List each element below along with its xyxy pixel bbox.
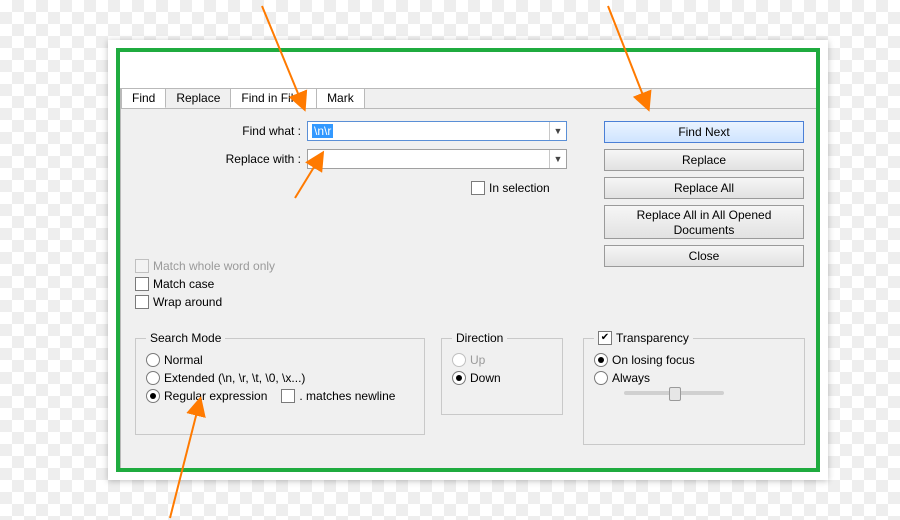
wrap-around-checkbox[interactable]: Wrap around: [135, 295, 275, 309]
search-mode-regex-radio[interactable]: Regular expression: [146, 389, 267, 403]
transparency-slider[interactable]: [624, 391, 724, 395]
in-selection-checkbox[interactable]: In selection: [471, 181, 550, 195]
match-case-checkbox[interactable]: Match case: [135, 277, 275, 291]
close-button[interactable]: Close: [604, 245, 804, 267]
direction-legend: Direction: [452, 331, 507, 345]
transparency-group: ✔Transparency On losing focus Always: [583, 331, 805, 445]
match-whole-word-checkbox: Match whole word only: [135, 259, 275, 273]
wrap-around-label: Wrap around: [153, 295, 222, 309]
replace-all-open-button[interactable]: Replace All in All Opened Documents: [604, 205, 804, 239]
replace-all-button[interactable]: Replace All: [604, 177, 804, 199]
replace-with-input[interactable]: ▼: [307, 149, 567, 169]
matches-newline-checkbox[interactable]: . matches newline: [281, 389, 395, 403]
transparency-losing-focus-radio[interactable]: On losing focus: [594, 353, 794, 367]
tab-replace[interactable]: Replace: [165, 88, 231, 108]
direction-down-radio[interactable]: Down: [452, 371, 552, 385]
search-mode-legend: Search Mode: [146, 331, 225, 345]
tab-find-in-files[interactable]: Find in Files: [230, 88, 317, 108]
search-mode-group: Search Mode Normal Extended (\n, \r, \t,…: [135, 331, 425, 435]
transparency-checkbox[interactable]: ✔Transparency: [598, 331, 689, 345]
match-whole-word-label: Match whole word only: [153, 259, 275, 273]
transparency-legend: ✔Transparency: [594, 331, 693, 345]
replace-with-label: Replace with :: [121, 152, 307, 166]
green-frame: Find Replace Find in Files Mark Find Nex…: [116, 48, 820, 472]
find-what-label: Find what :: [121, 124, 307, 138]
chevron-down-icon[interactable]: ▼: [549, 150, 566, 168]
chevron-down-icon[interactable]: ▼: [549, 122, 566, 140]
search-mode-normal-radio[interactable]: Normal: [146, 353, 414, 367]
direction-up-radio: Up: [452, 353, 552, 367]
find-what-input[interactable]: \n\r ▼: [307, 121, 567, 141]
direction-group: Direction Up Down: [441, 331, 563, 415]
replace-dialog: Find Replace Find in Files Mark Find Nex…: [120, 88, 816, 468]
demo-card: Find Replace Find in Files Mark Find Nex…: [108, 40, 828, 480]
tab-strip: Find Replace Find in Files Mark: [121, 88, 816, 108]
tab-find[interactable]: Find: [121, 88, 166, 108]
transparency-always-radio[interactable]: Always: [594, 371, 794, 385]
in-selection-label: In selection: [489, 181, 550, 195]
search-mode-extended-radio[interactable]: Extended (\n, \r, \t, \0, \x...): [146, 371, 414, 385]
match-case-label: Match case: [153, 277, 214, 291]
tab-mark[interactable]: Mark: [316, 88, 365, 108]
